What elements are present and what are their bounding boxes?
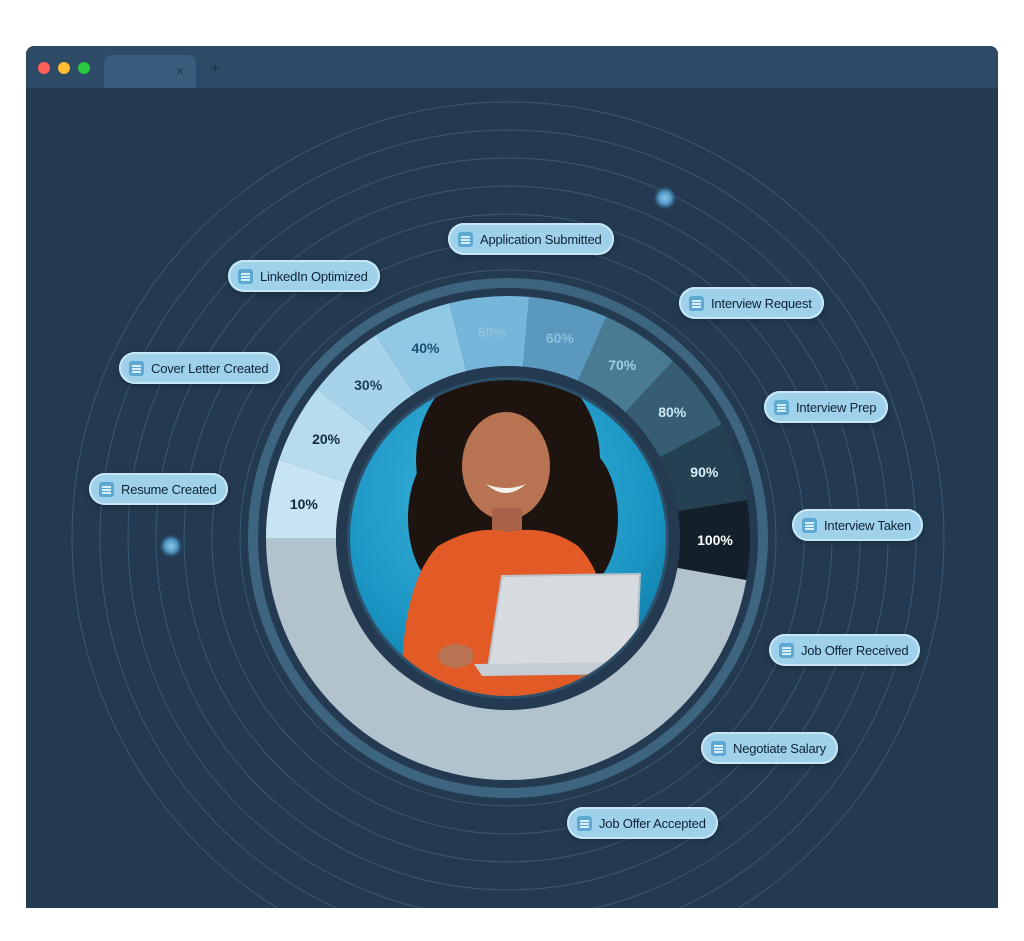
segment-label: 40% — [411, 340, 439, 356]
segment-label: 100% — [697, 532, 733, 548]
resume-icon — [99, 482, 114, 497]
upload-icon — [458, 232, 473, 247]
salary-icon — [711, 741, 726, 756]
milestone-cover-letter-created[interactable]: Cover Letter Created — [119, 352, 280, 384]
browser-window: × + — [26, 46, 998, 908]
milestone-interview-request[interactable]: Interview Request — [679, 287, 824, 319]
segment-label: 90% — [690, 464, 718, 480]
milestone-application-submitted[interactable]: Application Submitted — [448, 223, 614, 255]
calendar-icon — [689, 296, 704, 311]
chat-icon — [774, 400, 789, 415]
milestone-linkedin-optimized[interactable]: LinkedIn Optimized — [228, 260, 380, 292]
cover-letter-icon — [129, 361, 144, 376]
segment-label: 10% — [290, 496, 318, 512]
segment-label: 50% — [478, 324, 506, 340]
milestone-interview-taken[interactable]: Interview Taken — [792, 509, 923, 541]
milestone-resume-created[interactable]: Resume Created — [89, 473, 228, 505]
milestone-job-offer-received[interactable]: Job Offer Received — [769, 634, 920, 666]
segment-label: 70% — [608, 357, 636, 373]
milestone-job-offer-accepted[interactable]: Job Offer Accepted — [567, 807, 718, 839]
zoom-window-button[interactable] — [78, 62, 90, 74]
new-tab-icon[interactable]: + — [210, 58, 221, 79]
milestone-negotiate-salary[interactable]: Negotiate Salary — [701, 732, 838, 764]
linkedin-icon — [238, 269, 253, 284]
minimize-window-button[interactable] — [58, 62, 70, 74]
milestone-interview-prep[interactable]: Interview Prep — [764, 391, 888, 423]
hero-graphic: 10% 20% 30% 40% 50% 60% 70% 80% 90% 100% Resume C… — [26, 88, 998, 908]
segment-label: 30% — [354, 377, 382, 393]
segment-label: 80% — [658, 404, 686, 420]
segment-label: 20% — [312, 431, 340, 447]
accepted-icon — [577, 816, 592, 831]
team-icon — [802, 518, 817, 533]
offer-icon — [779, 643, 794, 658]
browser-tab[interactable]: × — [104, 55, 196, 88]
tab-close-icon[interactable]: × — [176, 63, 184, 79]
segment-label: 60% — [546, 330, 574, 346]
title-bar: × + — [26, 46, 998, 88]
close-window-button[interactable] — [38, 62, 50, 74]
